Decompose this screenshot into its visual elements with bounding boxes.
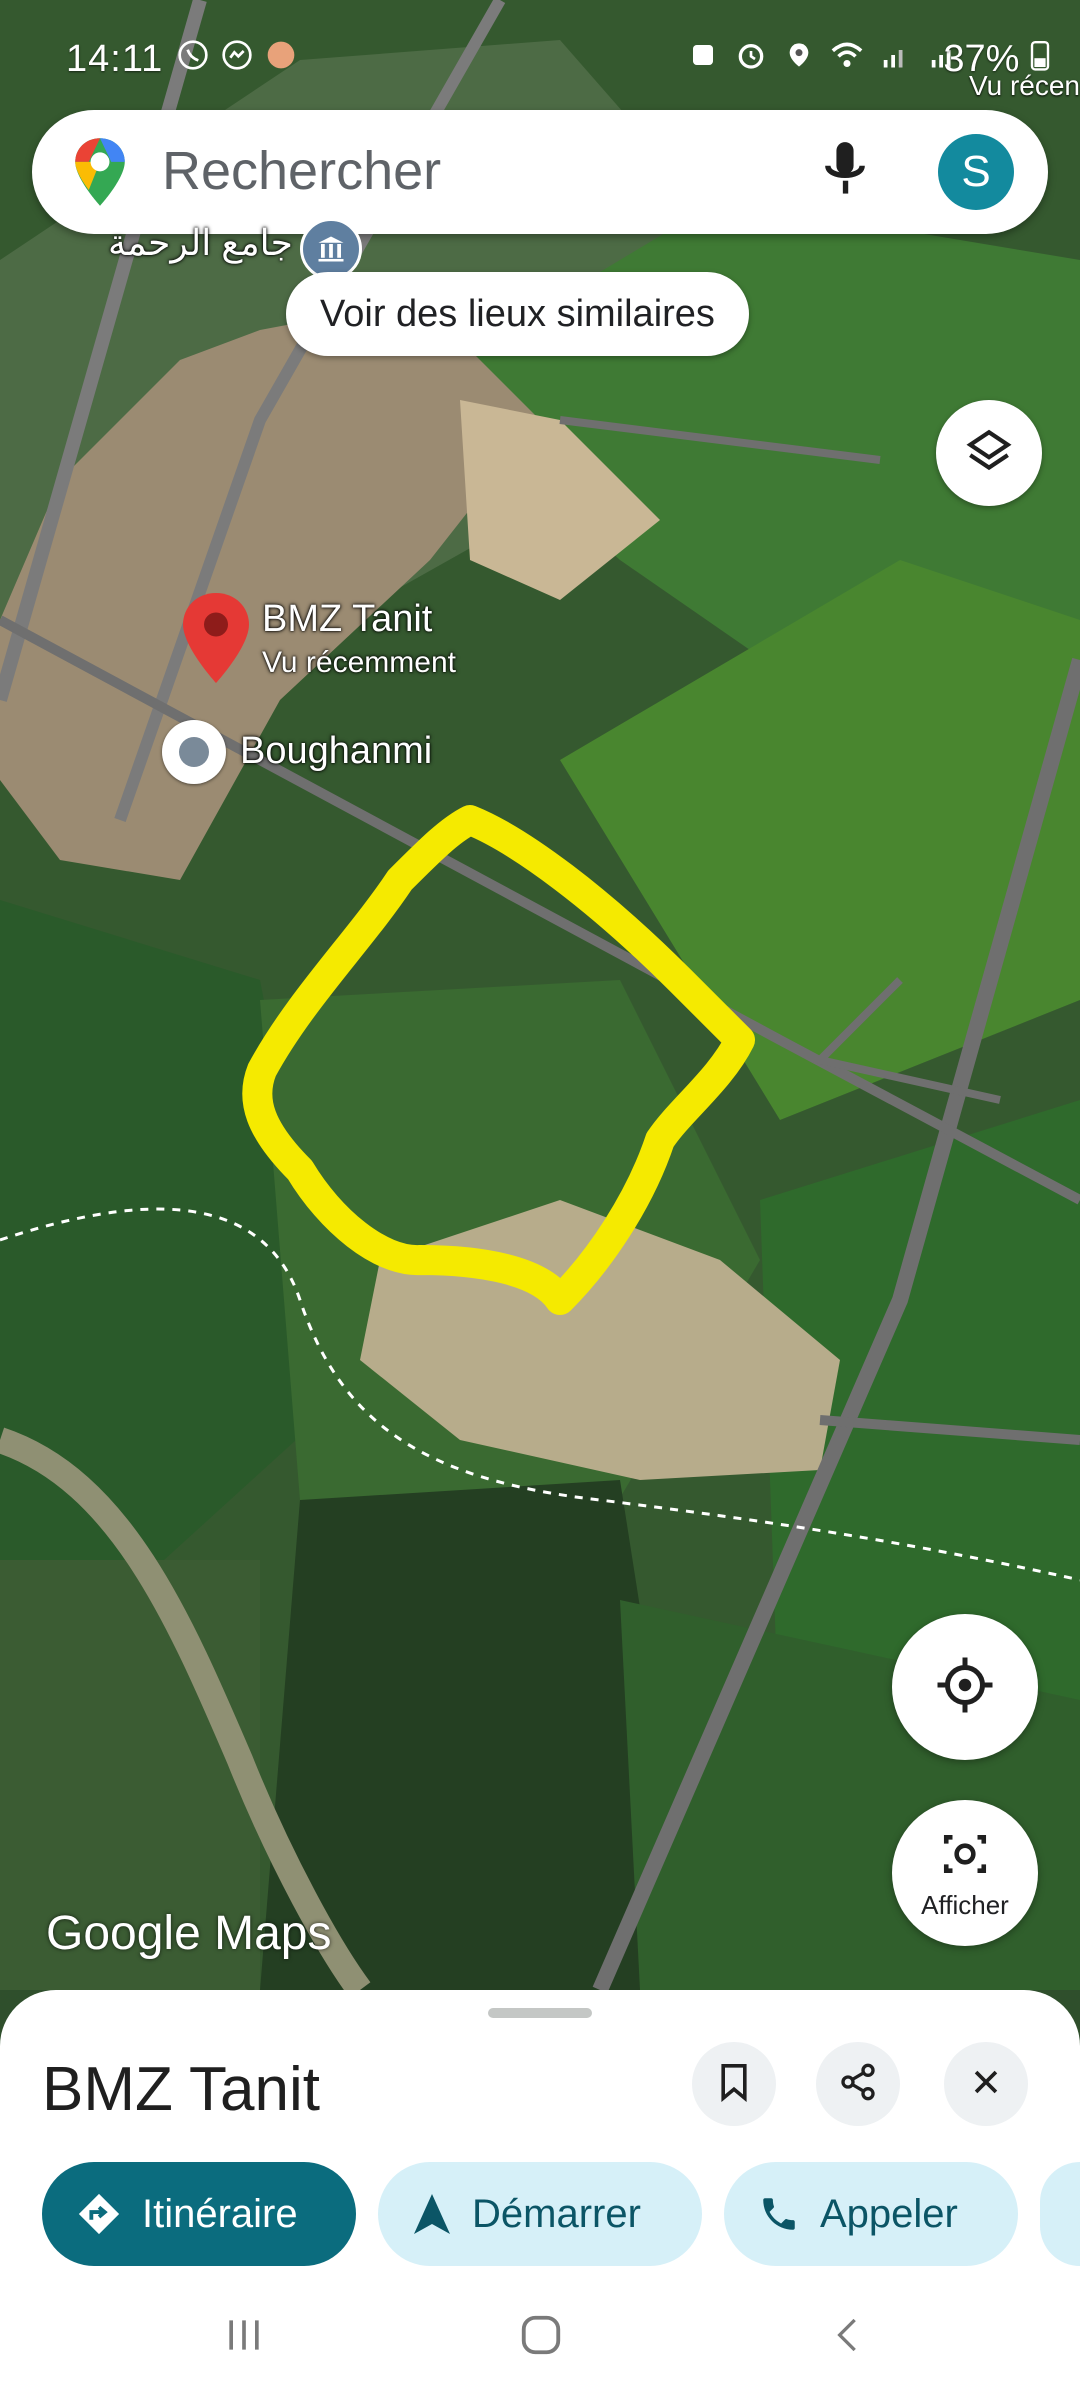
google-maps-logo-icon <box>72 136 128 213</box>
crosshair-icon <box>935 1655 995 1720</box>
directions-button[interactable]: Itinéraire <box>42 2162 356 2266</box>
search-placeholder: Rechercher <box>162 141 442 201</box>
wifi-icon <box>830 38 864 72</box>
location-icon <box>782 38 816 72</box>
more-action-button[interactable] <box>1040 2162 1080 2266</box>
home-icon[interactable] <box>518 2310 564 2365</box>
close-icon <box>969 2065 1003 2104</box>
place-pin-icon[interactable] <box>162 720 226 784</box>
call-button[interactable]: Appeler <box>724 2162 1018 2266</box>
share-button[interactable] <box>816 2042 900 2126</box>
marker-subtitle: Vu récemment <box>262 646 456 679</box>
place-sheet[interactable]: BMZ Tanit Itinéraire Démarrer Appeler <box>0 1990 1080 2400</box>
google-maps-watermark: Google Maps <box>46 1907 332 1960</box>
map-view[interactable]: 14:11 37% Vu récen Rechercher S جامع الر… <box>0 0 1080 1990</box>
drag-handle[interactable] <box>488 2008 592 2018</box>
navigation-icon <box>412 2192 452 2236</box>
avatar[interactable]: S <box>938 134 1014 210</box>
camera-lens-icon <box>940 1831 990 1884</box>
battery-icon <box>1030 41 1050 71</box>
close-button[interactable] <box>944 2042 1028 2126</box>
lens-button[interactable]: Afficher <box>892 1800 1038 1946</box>
overflow-label: Vu récen <box>968 70 1080 101</box>
layers-button[interactable] <box>936 400 1042 506</box>
whatsapp-icon <box>176 38 210 72</box>
save-button[interactable] <box>692 2042 776 2126</box>
start-label: Démarrer <box>472 2191 641 2236</box>
signal-icon <box>878 38 912 72</box>
call-label: Appeler <box>820 2191 958 2236</box>
alarm-icon <box>734 38 768 72</box>
layers-icon <box>964 426 1014 481</box>
directions-icon <box>76 2191 122 2237</box>
share-icon <box>838 2062 878 2107</box>
lens-label: Afficher <box>921 1890 1009 1920</box>
screenshot-icon <box>686 38 720 72</box>
my-location-button[interactable] <box>892 1614 1038 1760</box>
microphone-icon[interactable] <box>822 140 868 205</box>
phone-icon <box>758 2193 800 2235</box>
start-button[interactable]: Démarrer <box>378 2162 702 2266</box>
recent-apps-icon[interactable] <box>222 2310 266 2365</box>
red-marker-icon[interactable] <box>180 590 252 691</box>
directions-label: Itinéraire <box>142 2191 298 2236</box>
bookmark-icon <box>716 2062 752 2107</box>
place-title: BMZ Tanit <box>42 2055 320 2124</box>
status-bar: 14:11 37% Vu récen <box>0 0 1080 110</box>
system-nav-bar <box>0 2290 1080 2400</box>
museum-icon[interactable] <box>300 218 362 280</box>
system-icons <box>686 38 960 72</box>
search-bar[interactable]: Rechercher S <box>32 110 1048 234</box>
similar-places-chip[interactable]: Voir des lieux similaires <box>286 272 749 356</box>
app-icon <box>264 38 298 72</box>
notification-icons <box>176 38 298 72</box>
mosque-label: جامع الرحمة <box>108 222 293 263</box>
place-label-boughanmi[interactable]: Boughanmi <box>240 730 432 773</box>
back-icon[interactable] <box>828 2310 868 2365</box>
status-time: 14:11 <box>66 38 164 80</box>
messenger-icon <box>220 38 254 72</box>
marker-name[interactable]: BMZ Tanit <box>262 598 432 641</box>
